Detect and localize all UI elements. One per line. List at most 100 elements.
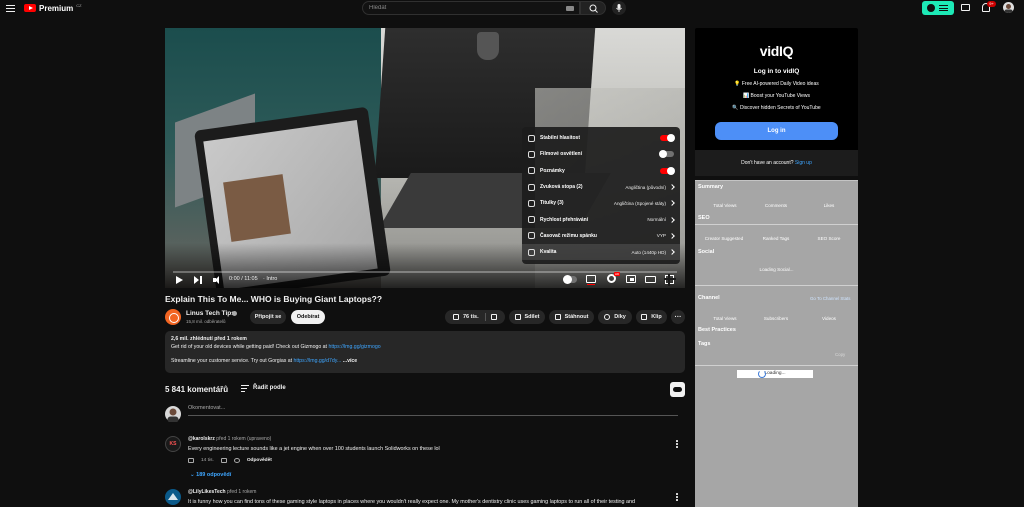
setting-stable-volume[interactable]: Stabilní hlasitost [522, 130, 680, 146]
comment-dislike-icon[interactable] [220, 458, 227, 463]
like-dislike-group: 76 tis. [445, 310, 505, 324]
comment-menu-icon[interactable] [676, 493, 679, 503]
setting-quality[interactable]: Kvalita Auto (1440p HD) [522, 244, 680, 261]
user-avatar-image [167, 408, 179, 423]
comment-avatar[interactable]: KS [165, 436, 181, 452]
subscribe-button[interactable]: Odebírat [291, 310, 325, 324]
ambient-mode-toggle[interactable] [659, 150, 674, 159]
comment-input-field[interactable] [188, 405, 678, 416]
chapter-title[interactable]: · Intro [263, 276, 277, 282]
comment-menu-icon[interactable] [676, 440, 679, 450]
annotations-toggle[interactable] [660, 166, 675, 175]
setting-label: Filmové osvětlení [540, 151, 582, 158]
setting-label: Kvalita [540, 249, 557, 256]
channel-col: Videos [822, 316, 836, 321]
channel-name[interactable]: Linus Tech Tips [186, 310, 235, 317]
theater-mode-icon[interactable] [645, 276, 656, 283]
youtube-logo[interactable]: Premium CZ [24, 2, 82, 14]
comment-time[interactable]: před 1 rokem (upraveno) [216, 436, 271, 442]
voice-search-button[interactable] [612, 1, 626, 15]
comment-avatar[interactable] [165, 489, 181, 505]
channel-subscriber-count: 15,8 mil. odběratelů [186, 319, 226, 324]
vidiq-signup-row: Don't have an account? Sign up [695, 150, 858, 176]
ambient-mode-icon [528, 150, 535, 158]
divider [695, 285, 858, 286]
scissors-icon [641, 314, 648, 320]
vidiq-menu-icon [939, 5, 948, 13]
setting-ambient-mode[interactable]: Filmové osvětlení [522, 146, 680, 162]
my-avatar [165, 406, 181, 423]
autoplay-toggle[interactable] [563, 275, 577, 284]
subtitles-icon[interactable] [586, 275, 596, 285]
setting-value: Auto (1440p HD) [631, 249, 666, 255]
chevron-right-icon [669, 200, 675, 207]
channel-stats-link[interactable]: Go To Channel Stats [810, 296, 850, 301]
menu-icon[interactable] [6, 3, 15, 12]
channel-avatar[interactable] [165, 309, 181, 325]
comment-author[interactable]: @LilyLikesTech [188, 489, 226, 495]
setting-label: Rychlost přehrávání [540, 216, 589, 223]
clip-label: Klip [651, 314, 662, 320]
comment-like-icon[interactable] [188, 458, 194, 463]
progress-bar[interactable] [173, 271, 677, 273]
setting-value: Angličtina (Spojené státy) [613, 200, 666, 206]
create-icon[interactable] [961, 4, 970, 11]
vidiq-feature: 💡 Free AI-powered Daily Video ideas [734, 81, 819, 87]
comment-text: It is funny how you can find tons of the… [188, 499, 636, 505]
comment-time[interactable]: před 1 rokem [227, 489, 256, 495]
stable-volume-icon [528, 134, 535, 142]
stable-volume-toggle[interactable] [660, 134, 675, 143]
vidiq-extension-button[interactable] [922, 1, 954, 15]
seo-col: Creator Suggested [704, 236, 744, 241]
setting-audio-track[interactable]: Zvuková stopa (2) Angličtina (původní) [522, 179, 680, 195]
search-button[interactable] [580, 1, 606, 15]
vidiq-comments-icon[interactable] [670, 382, 685, 397]
setting-value: VYP [656, 233, 666, 239]
setting-playback-speed[interactable]: Rychlost přehrávání Normální [522, 211, 680, 227]
keyboard-icon[interactable] [566, 6, 574, 11]
setting-sleep-timer[interactable]: Časovač režimu spánku VYP [522, 228, 680, 244]
join-button[interactable]: Připojit se [250, 310, 286, 324]
clip-button[interactable]: Klip [636, 310, 667, 324]
setting-label: Stabilní hlasitost [540, 135, 581, 142]
logo-text: Premium [39, 3, 74, 13]
copy-tags-button[interactable]: Copy [835, 352, 845, 357]
like-count[interactable]: 76 tis. [463, 314, 479, 320]
play-icon[interactable] [176, 276, 183, 284]
view-stats: 2,6 mil. zhlédnutí před 1 rokem [171, 336, 247, 342]
more-actions-button[interactable]: ··· [671, 310, 685, 324]
like-icon[interactable] [453, 314, 459, 320]
comment-author[interactable]: @karolskrz [188, 436, 215, 442]
share-button[interactable]: Sdílet [509, 310, 545, 324]
setting-subtitles[interactable]: Titulky (3) Angličtina (Spojené státy) [522, 195, 680, 211]
sort-icon[interactable] [241, 385, 249, 392]
download-button[interactable]: Stáhnout [549, 310, 594, 324]
description-box[interactable]: 2,6 mil. zhlédnutí před 1 rokem Get rid … [165, 331, 685, 373]
search-input[interactable] [363, 2, 553, 14]
miniplayer-icon[interactable] [626, 275, 636, 283]
description-link[interactable]: https://lmg.gg/gizmogo [328, 344, 380, 350]
tags-heading: Tags [698, 341, 711, 347]
thanks-button[interactable]: Díky [598, 310, 632, 324]
account-avatar[interactable] [1003, 2, 1014, 13]
setting-annotations[interactable]: Poznámky [522, 163, 680, 179]
comment-heart-icon[interactable] [233, 458, 240, 463]
comment-input[interactable] [188, 405, 678, 411]
dislike-icon[interactable] [491, 314, 497, 320]
show-more-button[interactable]: ...více [343, 358, 357, 364]
setting-label: Časovač režimu spánku [540, 232, 597, 239]
logo-country: CZ [76, 3, 82, 8]
reply-button[interactable]: Odpovědět [247, 458, 272, 463]
fullscreen-icon[interactable] [664, 274, 676, 286]
vidiq-login-button[interactable]: Log in [715, 122, 838, 140]
description-link[interactable]: https://lmg.gg/d7dy... [294, 358, 342, 364]
more-icon: ··· [674, 313, 682, 321]
next-icon[interactable] [194, 276, 202, 284]
signup-link[interactable]: Sign up [795, 160, 812, 166]
volume-icon[interactable] [213, 276, 221, 284]
show-replies-button[interactable]: ⌄ 189 odpovědí [190, 472, 231, 478]
sort-button[interactable]: Řadit podle [253, 385, 286, 391]
channel-col: Subscribers [763, 316, 789, 321]
settings-menu: Stabilní hlasitost Filmové osvětlení Poz… [522, 127, 680, 264]
chevron-right-icon [669, 216, 675, 223]
